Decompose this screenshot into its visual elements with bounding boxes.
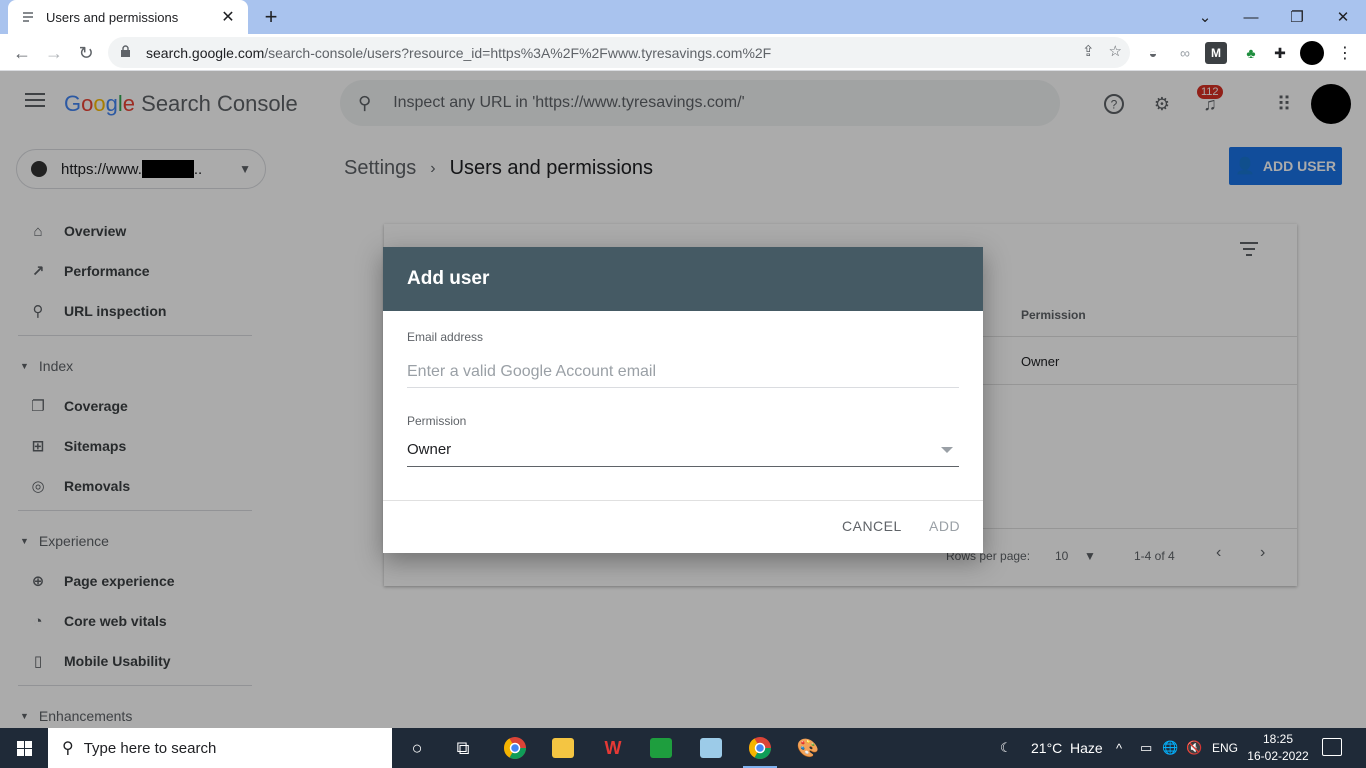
windows-taskbar: ⚲ Type here to search ○ ⧉ W 🎨 ☾ 21°C Haz…: [0, 728, 1366, 768]
dialog-footer-divider: [383, 500, 983, 501]
wps-office-icon[interactable]: W: [590, 728, 636, 768]
cancel-button[interactable]: CANCEL: [842, 518, 902, 534]
extension-incognito-icon[interactable]: ◒: [1142, 42, 1164, 64]
forward-arrow-icon[interactable]: →: [41, 40, 67, 66]
extensions-puzzle-icon[interactable]: ✚: [1269, 42, 1291, 64]
new-tab-button[interactable]: +: [258, 4, 284, 30]
extension-m-icon[interactable]: M: [1205, 42, 1227, 64]
browser-tabstrip: Users and permissions ✕ + ⌄ — ❐ ✕: [0, 0, 1366, 34]
chrome-active-icon[interactable]: [737, 728, 783, 768]
extension-link-icon[interactable]: ∞: [1174, 42, 1196, 64]
weather-temperature[interactable]: 21°C: [1031, 728, 1062, 768]
chat-app-icon[interactable]: [638, 728, 684, 768]
notes-app-icon[interactable]: [688, 728, 734, 768]
address-bar[interactable]: search.google.com/search-console/users?r…: [108, 37, 1130, 68]
extension-green-icon[interactable]: ♣: [1240, 42, 1262, 64]
reload-icon[interactable]: ↻: [73, 40, 99, 66]
windows-start-icon[interactable]: [0, 728, 48, 768]
tab-title: Users and permissions: [46, 9, 179, 25]
task-view-icon[interactable]: ⧉: [440, 728, 486, 768]
url-path: /search-console/users?resource_id=https%…: [264, 44, 772, 61]
cortana-icon[interactable]: ○: [394, 728, 440, 768]
share-icon[interactable]: ⇪: [1082, 42, 1095, 60]
search-console-page: Google Search Console ⚲ Inspect any URL …: [0, 71, 1366, 728]
language-indicator[interactable]: ENG: [1212, 728, 1238, 768]
weather-condition[interactable]: Haze: [1070, 728, 1103, 768]
browser-tab-active[interactable]: Users and permissions ✕: [8, 0, 248, 34]
restore-icon[interactable]: ❐: [1274, 0, 1320, 34]
permission-label: Permission: [407, 414, 467, 428]
tray-chevron-up-icon[interactable]: ^: [1116, 728, 1122, 768]
permission-value: Owner: [407, 441, 452, 458]
url-host: search.google.com: [146, 44, 265, 61]
back-arrow-icon[interactable]: ←: [9, 40, 35, 66]
chrome-profile-icon[interactable]: [492, 728, 538, 768]
paint-app-icon[interactable]: 🎨: [785, 728, 831, 768]
minimize-icon[interactable]: —: [1228, 0, 1274, 34]
dropdown-arrow-icon: [941, 447, 953, 453]
system-clock[interactable]: 18:25 16-02-2022: [1244, 731, 1312, 765]
email-field[interactable]: Enter a valid Google Account email: [407, 363, 959, 388]
bookmark-star-icon[interactable]: ☆: [1109, 42, 1122, 60]
tab-close-icon[interactable]: ✕: [220, 7, 236, 27]
browser-toolbar: ← → ↻ search.google.com/search-console/u…: [0, 34, 1366, 71]
tab-search-chevron-icon[interactable]: ⌄: [1182, 0, 1228, 34]
permission-select[interactable]: Owner: [407, 441, 959, 467]
lock-icon: [120, 44, 134, 61]
search-icon: ⚲: [62, 740, 74, 757]
network-globe-icon[interactable]: 🌐: [1162, 728, 1178, 768]
weather-moon-icon[interactable]: ☾: [1000, 728, 1012, 768]
file-explorer-icon[interactable]: [540, 728, 586, 768]
notification-center-icon[interactable]: [1322, 738, 1342, 756]
search-console-favicon-icon: [20, 9, 36, 25]
close-window-icon[interactable]: ✕: [1320, 0, 1366, 34]
add-button[interactable]: ADD: [929, 518, 960, 534]
taskbar-search-placeholder: Type here to search: [83, 739, 217, 757]
tray-device-icon[interactable]: ▭: [1140, 728, 1152, 768]
dialog-title: Add user: [383, 247, 983, 311]
taskbar-search-input[interactable]: ⚲ Type here to search: [48, 728, 392, 768]
add-user-dialog: Add user Email address Enter a valid Goo…: [383, 247, 983, 553]
volume-muted-icon[interactable]: 🔇: [1186, 728, 1202, 768]
browser-menu-icon[interactable]: ⋮: [1334, 42, 1356, 64]
profile-avatar[interactable]: [1300, 41, 1324, 65]
clock-time: 18:25: [1262, 732, 1294, 746]
clock-date: 16-02-2022: [1247, 749, 1309, 763]
email-label: Email address: [407, 330, 484, 344]
